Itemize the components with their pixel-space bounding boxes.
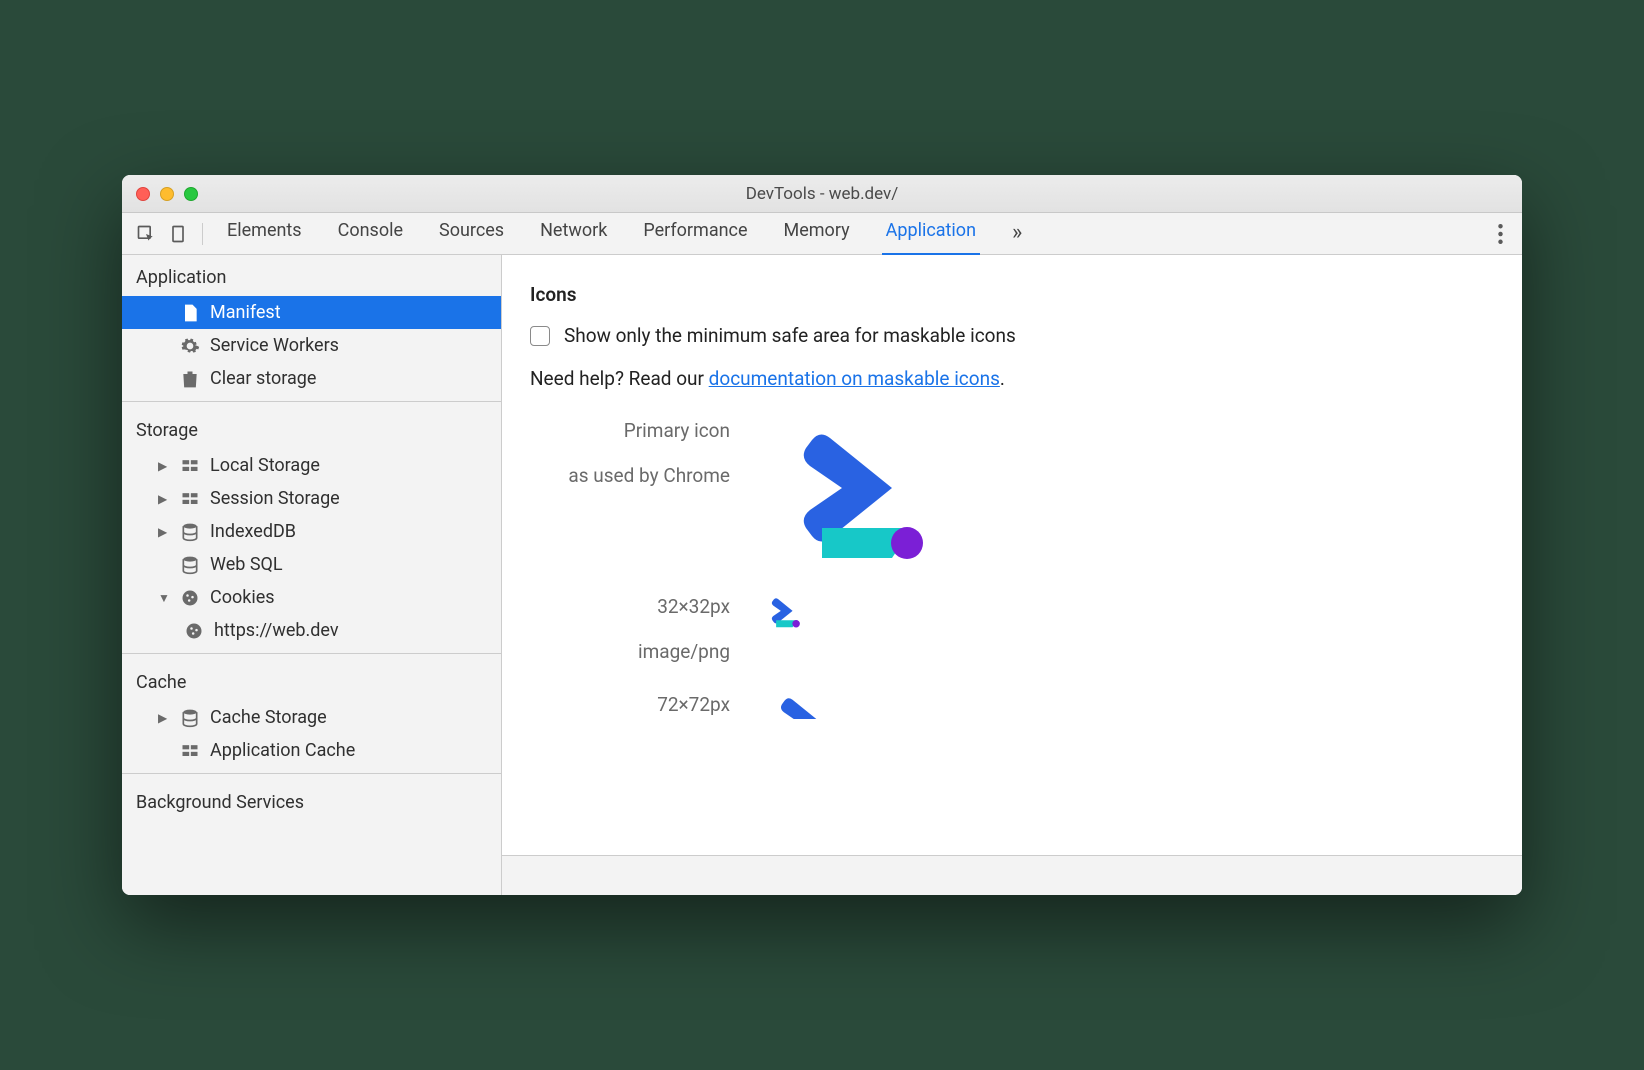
sidebar-item-indexeddb[interactable]: ▶ IndexedDB bbox=[122, 515, 501, 548]
expand-icon[interactable]: ▶ bbox=[158, 492, 170, 506]
content-area: Application Manifest Service Workers Cle… bbox=[122, 255, 1522, 895]
grid-icon bbox=[180, 741, 200, 761]
webdev-logo-icon bbox=[762, 594, 802, 630]
sidebar-item-service-workers[interactable]: Service Workers bbox=[122, 329, 501, 362]
maskable-help-text: Need help? Read our documentation on mas… bbox=[530, 367, 1494, 390]
tab-memory[interactable]: Memory bbox=[780, 212, 854, 256]
devtools-tabs: Elements Console Sources Network Perform… bbox=[223, 212, 1486, 256]
webdev-logo-icon bbox=[762, 418, 932, 568]
gear-icon bbox=[180, 336, 200, 356]
sidebar-item-label: Session Storage bbox=[210, 488, 340, 509]
sidebar-item-manifest[interactable]: Manifest bbox=[122, 296, 501, 329]
icon-size-label: 32×32px image/png bbox=[530, 594, 730, 665]
database-icon bbox=[180, 522, 200, 542]
sidebar-item-cookie-origin[interactable]: https://web.dev bbox=[122, 614, 501, 647]
sidebar-item-label: IndexedDB bbox=[210, 521, 296, 542]
tab-sources[interactable]: Sources bbox=[435, 212, 508, 256]
cookie-icon bbox=[180, 588, 200, 608]
group-storage: Storage bbox=[122, 408, 501, 449]
maximize-window-button[interactable] bbox=[184, 187, 198, 201]
grid-icon bbox=[180, 489, 200, 509]
sidebar-item-label: Manifest bbox=[210, 302, 281, 323]
tab-network[interactable]: Network bbox=[536, 212, 611, 256]
drawer-bar[interactable] bbox=[502, 855, 1522, 895]
sidebar-item-session-storage[interactable]: ▶ Session Storage bbox=[122, 482, 501, 515]
icons-section-title: Icons bbox=[530, 283, 1494, 306]
toolbar-separator bbox=[202, 223, 203, 245]
window-title: DevTools - web.dev/ bbox=[122, 184, 1522, 204]
application-sidebar: Application Manifest Service Workers Cle… bbox=[122, 255, 502, 895]
group-background-services: Background Services bbox=[122, 780, 501, 821]
tab-elements[interactable]: Elements bbox=[223, 212, 306, 256]
devtools-toolbar: Elements Console Sources Network Perform… bbox=[122, 213, 1522, 255]
traffic-lights bbox=[122, 187, 198, 201]
sidebar-item-label: Clear storage bbox=[210, 368, 316, 389]
cookie-icon bbox=[184, 621, 204, 641]
sidebar-item-cookies[interactable]: ▼ Cookies bbox=[122, 581, 501, 614]
icon-size-label: 72×72px bbox=[530, 692, 730, 719]
sidebar-item-web-sql[interactable]: Web SQL bbox=[122, 548, 501, 581]
expand-icon[interactable]: ▶ bbox=[158, 459, 170, 473]
primary-icon-preview bbox=[762, 418, 1494, 568]
sidebar-item-label: Cache Storage bbox=[210, 707, 327, 728]
group-application: Application bbox=[122, 255, 501, 296]
tabs-overflow-icon[interactable]: » bbox=[1008, 212, 1026, 256]
sidebar-item-label: Service Workers bbox=[210, 335, 339, 356]
checkbox-label: Show only the minimum safe area for mask… bbox=[564, 324, 1016, 347]
sidebar-item-clear-storage[interactable]: Clear storage bbox=[122, 362, 501, 395]
maskable-checkbox[interactable] bbox=[530, 326, 550, 346]
more-menu-icon[interactable] bbox=[1486, 224, 1514, 244]
device-toolbar-icon[interactable] bbox=[162, 218, 194, 250]
close-window-button[interactable] bbox=[136, 187, 150, 201]
sidebar-item-application-cache[interactable]: Application Cache bbox=[122, 734, 501, 767]
expand-icon[interactable]: ▶ bbox=[158, 711, 170, 725]
expand-icon[interactable]: ▶ bbox=[158, 525, 170, 539]
icon-72-preview bbox=[762, 691, 1494, 719]
sidebar-item-label: https://web.dev bbox=[214, 620, 339, 641]
tab-console[interactable]: Console bbox=[334, 212, 407, 256]
tab-performance[interactable]: Performance bbox=[639, 212, 751, 256]
group-cache: Cache bbox=[122, 660, 501, 701]
devtools-window: DevTools - web.dev/ Elements Console Sou… bbox=[122, 175, 1522, 895]
manifest-panel: Icons Show only the minimum safe area fo… bbox=[502, 255, 1522, 895]
trash-icon bbox=[180, 369, 200, 389]
file-icon bbox=[180, 303, 200, 323]
sidebar-item-label: Web SQL bbox=[210, 554, 283, 575]
icons-grid: Primary icon as used by Chrome 32×32px i… bbox=[530, 418, 1494, 719]
grid-icon bbox=[180, 456, 200, 476]
icon-32-preview bbox=[762, 594, 1494, 630]
sidebar-item-label: Local Storage bbox=[210, 455, 320, 476]
database-icon bbox=[180, 708, 200, 728]
maskable-checkbox-row: Show only the minimum safe area for mask… bbox=[530, 324, 1494, 347]
inspect-element-icon[interactable] bbox=[130, 218, 162, 250]
database-icon bbox=[180, 555, 200, 575]
webdev-logo-icon bbox=[762, 691, 838, 719]
primary-icon-label: Primary icon as used by Chrome bbox=[530, 418, 730, 489]
tab-application[interactable]: Application bbox=[882, 212, 980, 256]
sidebar-item-label: Application Cache bbox=[210, 740, 355, 761]
collapse-icon[interactable]: ▼ bbox=[158, 591, 170, 605]
maskable-docs-link[interactable]: documentation on maskable icons bbox=[709, 367, 1000, 390]
sidebar-item-local-storage[interactable]: ▶ Local Storage bbox=[122, 449, 501, 482]
minimize-window-button[interactable] bbox=[160, 187, 174, 201]
sidebar-item-cache-storage[interactable]: ▶ Cache Storage bbox=[122, 701, 501, 734]
sidebar-item-label: Cookies bbox=[210, 587, 275, 608]
titlebar: DevTools - web.dev/ bbox=[122, 175, 1522, 213]
